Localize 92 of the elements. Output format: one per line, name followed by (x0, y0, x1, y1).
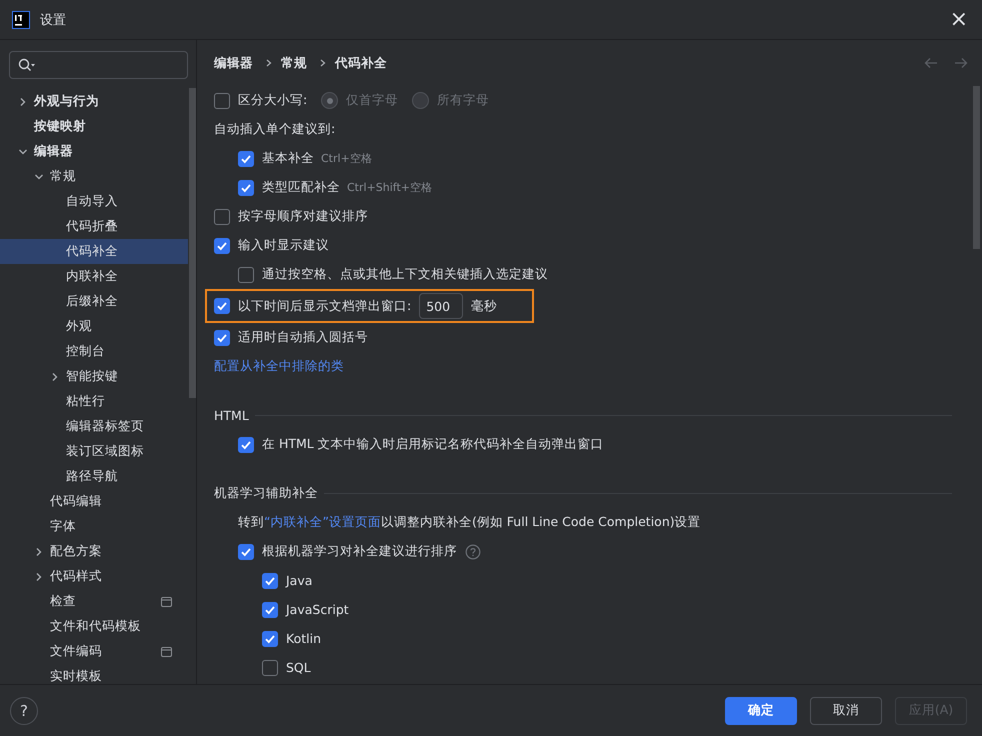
checkbox[interactable] (238, 436, 254, 452)
chevron-icon (265, 58, 273, 68)
tree-item[interactable]: 检查 (0, 589, 188, 614)
inline-completion-note: 转到“内联补全”设置页面以调整内联补全(例如 Full Line Code Completion)设置 (238, 514, 701, 531)
checkbox-label: 在 HTML 文本中输入时启用标记名称代码补全自动弹出窗口 (262, 436, 604, 453)
radio-label: 所有字母 (437, 92, 490, 109)
tree-item[interactable]: 外观 (0, 314, 188, 339)
tree-item[interactable]: 智能按键 (0, 364, 188, 389)
checkbox-label: 基本补全 (262, 150, 314, 167)
checkbox[interactable] (214, 92, 230, 108)
tree-item[interactable]: 按键映射 (0, 114, 188, 139)
tree-item[interactable]: 粘性行 (0, 389, 188, 414)
search-icon (18, 58, 36, 72)
checkbox-label: 以下时间后显示文档弹出窗口: (238, 298, 412, 314)
tree-item[interactable]: 代码编辑 (0, 489, 188, 514)
section-title: 机器学习辅助补全 (214, 485, 318, 502)
checkbox-label: 类型匹配补全 (262, 179, 340, 196)
checkbox-label: SQL (286, 660, 311, 675)
tree-item[interactable]: 后缀补全 (0, 289, 188, 314)
delay-input[interactable]: 500 (419, 293, 464, 319)
tree-item[interactable]: 常规 (0, 164, 188, 189)
tree-item[interactable]: 编辑器 (0, 139, 188, 164)
unit-label: 毫秒 (471, 298, 498, 314)
exclude-classes-link[interactable]: 配置从补全中排除的类 (214, 358, 344, 375)
chevron-icon (319, 58, 327, 68)
checkbox[interactable] (214, 208, 230, 224)
checkbox[interactable] (238, 544, 254, 560)
checkmark-icon (216, 240, 228, 252)
checkbox[interactable] (262, 602, 278, 618)
checkmark-icon (216, 332, 228, 344)
checkbox[interactable] (262, 630, 278, 646)
checkmark-icon (216, 300, 228, 312)
checkbox-label: 区分大小写: (238, 92, 308, 109)
back-arrow-icon[interactable] (924, 57, 938, 69)
checkbox[interactable] (214, 298, 230, 314)
checkbox[interactable] (262, 660, 278, 676)
checkbox-label: 适用时自动插入圆括号 (238, 329, 368, 346)
checkbox[interactable] (214, 330, 230, 346)
checkbox[interactable] (238, 150, 254, 166)
tree-item[interactable]: 外观与行为 (0, 89, 188, 114)
checkbox-label: Kotlin (286, 631, 321, 646)
scrollbar[interactable] (973, 86, 980, 249)
search-field[interactable] (9, 51, 188, 79)
checkmark-icon (264, 604, 276, 616)
shortcut-hint: Ctrl+Shift+空格 (347, 180, 432, 195)
checkbox-label: JavaScript (286, 602, 349, 617)
tree-item[interactable]: 文件和代码模板 (0, 614, 188, 639)
settings-page-link[interactable]: “内联补全”设置页面 (264, 514, 381, 529)
checkbox[interactable] (214, 238, 230, 254)
checkbox-label: 按字母顺序对建议排序 (238, 208, 368, 225)
tree-item[interactable]: 实时模板 (0, 664, 188, 684)
checkbox-label: Java (286, 573, 312, 588)
dialog-button[interactable]: 取消 (810, 696, 882, 724)
tree-item[interactable]: 控制台 (0, 339, 188, 364)
tree-item[interactable]: 自动导入 (0, 189, 188, 214)
checkbox[interactable] (238, 180, 254, 196)
tree-item[interactable]: 路径导航 (0, 464, 188, 489)
checkbox[interactable] (238, 266, 254, 282)
forward-arrow-icon[interactable] (954, 57, 968, 69)
shortcut-hint: Ctrl+空格 (321, 151, 372, 166)
breadcrumb-item[interactable]: 编辑器 (214, 54, 253, 72)
checkbox-label: 根据机器学习对补全建议进行排序 (262, 543, 457, 560)
checkmark-icon (264, 574, 276, 586)
tree-item[interactable]: 装订区域图标 (0, 439, 188, 464)
close-button[interactable]: × (946, 7, 972, 32)
help-button[interactable]: ? (10, 696, 38, 724)
radio-label: 仅首字母 (346, 92, 398, 109)
checkbox-label: 通过按空格、点或其他上下文相关键插入选定建议 (262, 266, 548, 283)
section-title: HTML (214, 408, 249, 423)
group-label: 自动插入单个建议到: (214, 121, 336, 138)
window-title: 设置 (40, 12, 66, 28)
tree-item[interactable]: 代码样式 (0, 564, 188, 589)
tree-item[interactable]: 配色方案 (0, 539, 188, 564)
checkmark-icon (240, 182, 252, 194)
tree-item-selected[interactable]: 代码补全 (0, 239, 188, 264)
checkmark-icon (240, 546, 252, 558)
tree-item[interactable]: 字体 (0, 514, 188, 539)
help-icon[interactable] (465, 544, 481, 560)
checkbox-label: 输入时显示建议 (238, 237, 329, 254)
tree-item[interactable]: 文件编码 (0, 639, 188, 664)
checkmark-icon (240, 152, 252, 164)
checkbox[interactable] (262, 572, 278, 588)
breadcrumb-item[interactable]: 常规 (281, 54, 307, 72)
breadcrumb-item[interactable]: 代码补全 (335, 54, 387, 72)
tree-item[interactable]: 编辑器标签页 (0, 414, 188, 439)
checkmark-icon (264, 632, 276, 644)
checkmark-icon (240, 438, 252, 450)
scrollbar[interactable] (189, 88, 196, 398)
tree-item[interactable]: 内联补全 (0, 264, 188, 289)
tree-item[interactable]: 代码折叠 (0, 214, 188, 239)
app-logo-icon (12, 10, 30, 28)
ok-button[interactable]: 确定 (725, 696, 797, 724)
